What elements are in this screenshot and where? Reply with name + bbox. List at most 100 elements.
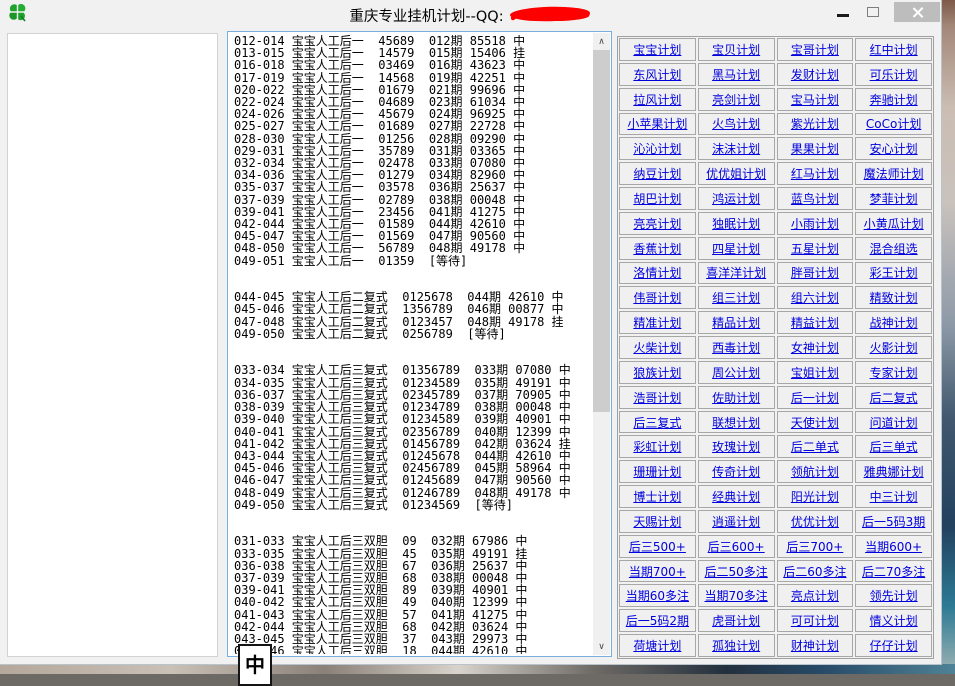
plan-link[interactable]: 黑马计划	[712, 66, 760, 83]
plan-link[interactable]: 荷塘计划	[633, 637, 681, 654]
plan-link-cell[interactable]: 五星计划	[777, 237, 854, 260]
plan-link[interactable]: 周公计划	[712, 364, 760, 381]
plan-link[interactable]: 火鸟计划	[712, 115, 760, 132]
plan-link-cell[interactable]: 彩虹计划	[619, 435, 696, 458]
plan-link-cell[interactable]: 拉风计划	[619, 88, 696, 111]
plan-link-cell[interactable]: 胡巴计划	[619, 187, 696, 210]
plan-link[interactable]: 后二复式	[870, 389, 918, 406]
plan-link-cell[interactable]: 虎哥计划	[698, 609, 775, 632]
plan-link-cell[interactable]: 专家计划	[855, 361, 932, 384]
plan-link-cell[interactable]: 西毒计划	[698, 336, 775, 359]
plan-link[interactable]: 后三700+	[786, 538, 843, 555]
plan-link-cell[interactable]: 小雨计划	[777, 212, 854, 235]
plan-link[interactable]: 彩虹计划	[633, 438, 681, 455]
plan-link[interactable]: 联想计划	[712, 414, 760, 431]
plan-link[interactable]: 混合组选	[870, 240, 918, 257]
plan-link-cell[interactable]: 蓝鸟计划	[777, 187, 854, 210]
plan-link-cell[interactable]: 后二50多注	[698, 560, 775, 583]
plan-link-cell[interactable]: 亮点计划	[777, 584, 854, 607]
plan-link[interactable]: 亮剑计划	[712, 91, 760, 108]
plan-link[interactable]: 香蕉计划	[633, 240, 681, 257]
plan-link[interactable]: 洛情计划	[633, 264, 681, 281]
plan-link-cell[interactable]: 红马计划	[777, 162, 854, 185]
plan-link[interactable]: 珊珊计划	[633, 463, 681, 480]
plan-link-cell[interactable]: 阳光计划	[777, 485, 854, 508]
scrollbar-thumb[interactable]	[593, 50, 610, 412]
plan-link-cell[interactable]: 佐助计划	[698, 386, 775, 409]
plan-link[interactable]: 后三单式	[870, 438, 918, 455]
plan-link[interactable]: 沁沁计划	[633, 140, 681, 157]
plan-link[interactable]: 孤独计划	[712, 637, 760, 654]
plan-link-cell[interactable]: 彩王计划	[855, 262, 932, 285]
plan-link[interactable]: 后三复式	[633, 414, 681, 431]
plan-link-cell[interactable]: 伟哥计划	[619, 286, 696, 309]
plan-link[interactable]: 当期70多注	[704, 587, 767, 604]
plan-link[interactable]: 财神计划	[791, 637, 839, 654]
plan-link-cell[interactable]: 领先计划	[855, 584, 932, 607]
plan-link-cell[interactable]: 玫瑰计划	[698, 435, 775, 458]
plan-link[interactable]: 发财计划	[791, 66, 839, 83]
plan-link-cell[interactable]: 果果计划	[777, 137, 854, 160]
plan-link-cell[interactable]: 孤独计划	[698, 634, 775, 657]
plan-link-cell[interactable]: 中三计划	[855, 485, 932, 508]
plan-link-cell[interactable]: 优优计划	[777, 510, 854, 533]
plan-link-cell[interactable]: 可可计划	[777, 609, 854, 632]
plan-link-cell[interactable]: 混合组选	[855, 237, 932, 260]
plan-link[interactable]: 中三计划	[870, 488, 918, 505]
plan-link-cell[interactable]: 经典计划	[698, 485, 775, 508]
plan-link[interactable]: 精致计划	[870, 289, 918, 306]
plan-link-cell[interactable]: 黑马计划	[698, 63, 775, 86]
plan-link-cell[interactable]: 宝宝计划	[619, 38, 696, 61]
plan-link-cell[interactable]: 可乐计划	[855, 63, 932, 86]
plan-link[interactable]: 可可计划	[791, 612, 839, 629]
plan-link[interactable]: 博士计划	[633, 488, 681, 505]
plan-link[interactable]: 佐助计划	[712, 389, 760, 406]
plan-link-cell[interactable]: 东风计划	[619, 63, 696, 86]
plan-link-cell[interactable]: 火鸟计划	[698, 113, 775, 136]
plan-link-cell[interactable]: 天使计划	[777, 411, 854, 434]
plan-link-cell[interactable]: 后三复式	[619, 411, 696, 434]
plan-link-cell[interactable]: 宝贝计划	[698, 38, 775, 61]
plan-link[interactable]: 组六计划	[791, 289, 839, 306]
plan-link-cell[interactable]: 当期70多注	[698, 584, 775, 607]
plan-link[interactable]: 仔仔计划	[870, 637, 918, 654]
plan-link[interactable]: 玫瑰计划	[712, 438, 760, 455]
plan-link[interactable]: 胖哥计划	[791, 264, 839, 281]
plan-link[interactable]: 蓝鸟计划	[791, 190, 839, 207]
plan-link[interactable]: 当期60多注	[626, 587, 689, 604]
plan-link-cell[interactable]: 后三600+	[698, 535, 775, 558]
plan-link[interactable]: 亮亮计划	[633, 215, 681, 232]
plan-link[interactable]: 西毒计划	[712, 339, 760, 356]
plan-link[interactable]: 精准计划	[633, 314, 681, 331]
plan-link-cell[interactable]: 亮亮计划	[619, 212, 696, 235]
plan-link-cell[interactable]: 鸿运计划	[698, 187, 775, 210]
plan-link-cell[interactable]: 逍遥计划	[698, 510, 775, 533]
plan-link[interactable]: 组三计划	[712, 289, 760, 306]
plan-link-cell[interactable]: 奔驰计划	[855, 88, 932, 111]
plan-link-cell[interactable]: 沁沁计划	[619, 137, 696, 160]
plan-link[interactable]: 天赐计划	[633, 513, 681, 530]
plan-link-cell[interactable]: 亮剑计划	[698, 88, 775, 111]
plan-link[interactable]: 狼族计划	[633, 364, 681, 381]
plan-link[interactable]: 当期600+	[865, 538, 922, 555]
plan-link-cell[interactable]: 当期700+	[619, 560, 696, 583]
plan-link[interactable]: 亮点计划	[791, 587, 839, 604]
plan-link-cell[interactable]: 领航计划	[777, 460, 854, 483]
plan-link[interactable]: 宝哥计划	[791, 41, 839, 58]
plan-link[interactable]: 后一5码2期	[626, 612, 689, 629]
plan-link[interactable]: 宝宝计划	[633, 41, 681, 58]
vertical-scrollbar[interactable]: ∧ ∨	[593, 33, 610, 655]
plan-link[interactable]: 独眠计划	[712, 215, 760, 232]
plan-link[interactable]: 喜洋洋计划	[706, 264, 766, 281]
scroll-up-button[interactable]: ∧	[593, 33, 610, 50]
plan-link[interactable]: 宝贝计划	[712, 41, 760, 58]
plan-link[interactable]: 领航计划	[791, 463, 839, 480]
plan-link[interactable]: 伟哥计划	[633, 289, 681, 306]
plan-link-cell[interactable]: CoCo计划	[855, 113, 932, 136]
plan-link-cell[interactable]: 火影计划	[855, 336, 932, 359]
plan-link[interactable]: CoCo计划	[866, 115, 921, 132]
plan-link[interactable]: 雅典娜计划	[864, 463, 924, 480]
plan-link-cell[interactable]: 优优姐计划	[698, 162, 775, 185]
plan-link-cell[interactable]: 胖哥计划	[777, 262, 854, 285]
plan-link[interactable]: 胡巴计划	[633, 190, 681, 207]
